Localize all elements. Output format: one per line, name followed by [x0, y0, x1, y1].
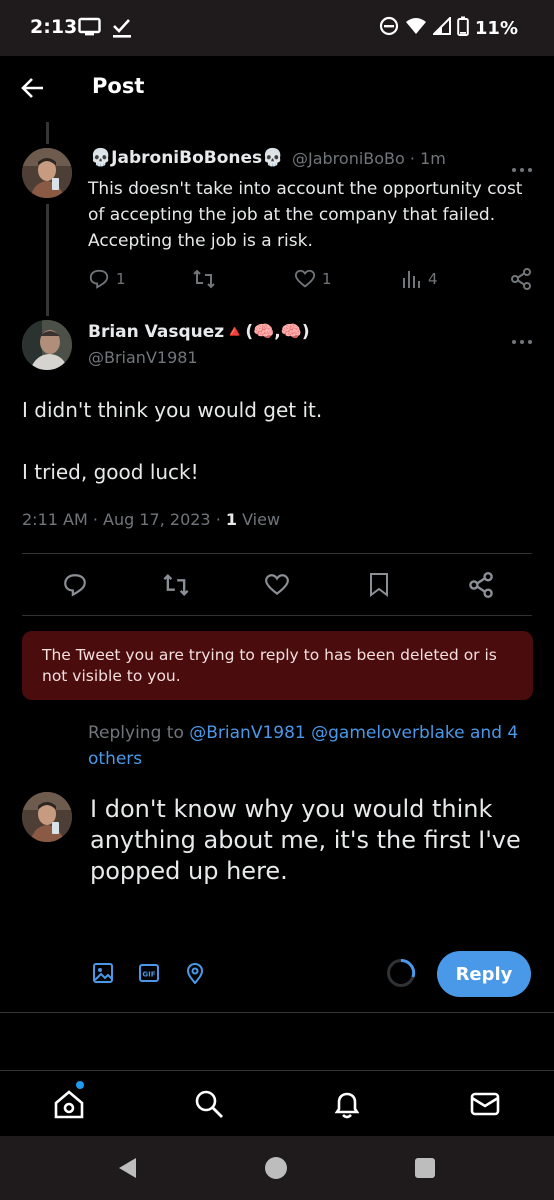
reply-icon: [89, 269, 109, 289]
author-name[interactable]: Brian Vasquez🔺(🧠,🧠): [88, 322, 310, 342]
battery-icon: [457, 16, 469, 41]
check-icon: [112, 17, 132, 43]
battery-percent: 11%: [474, 18, 518, 39]
replying-prefix: Replying to: [88, 723, 190, 743]
tweet-text-line: I didn't think you would get it.: [22, 398, 323, 422]
tweet-actions: [22, 568, 532, 602]
like-action[interactable]: 1: [294, 268, 332, 290]
back-arrow-icon[interactable]: [20, 76, 48, 100]
divider: [22, 553, 532, 554]
repost-icon: [193, 269, 215, 289]
thread-line-top: [46, 122, 49, 144]
heart-icon: [294, 269, 316, 288]
thread-line: [46, 204, 49, 316]
tweet-text: This doesn't take into account the oppor…: [88, 179, 523, 251]
svg-text:GIF: GIF: [142, 971, 155, 979]
divider: [0, 1012, 554, 1013]
new-content-dot: [76, 1081, 84, 1089]
home-circle-icon[interactable]: [264, 1156, 288, 1184]
wifi-icon: [405, 17, 427, 40]
reply-icon[interactable]: [62, 572, 88, 602]
status-bar: 2:13 11%: [0, 0, 554, 56]
avatar[interactable]: [22, 320, 72, 370]
author-handle: @BrianV1981: [88, 348, 198, 367]
share-icon[interactable]: [468, 572, 494, 602]
bottom-navigation: [0, 1070, 554, 1136]
reply-button[interactable]: Reply: [437, 951, 531, 997]
home-icon[interactable]: [52, 1087, 86, 1121]
dnd-icon: [379, 16, 399, 41]
share-action[interactable]: [510, 268, 532, 290]
share-icon: [511, 268, 531, 290]
reply-action[interactable]: 1: [88, 268, 126, 290]
tweet-actions: 1 1 4: [88, 268, 534, 292]
avatar[interactable]: [22, 148, 72, 198]
back-triangle-icon[interactable]: [116, 1156, 140, 1184]
reply-count: 1: [116, 270, 126, 288]
notifications-icon[interactable]: [330, 1087, 364, 1121]
bookmark-icon[interactable]: [368, 572, 390, 602]
heart-icon[interactable]: [264, 572, 290, 602]
location-icon[interactable]: [184, 962, 206, 988]
top-bar: Post: [0, 56, 554, 120]
view-label: View: [237, 510, 281, 529]
character-count-ring: [386, 958, 416, 988]
author-handle: @JabroniBoBo · 1m: [292, 149, 446, 168]
view-count: 1: [225, 510, 237, 529]
repost-icon[interactable]: [162, 572, 190, 602]
avatar: [22, 792, 72, 842]
divider: [22, 615, 532, 616]
recents-square-icon[interactable]: [414, 1157, 436, 1183]
views-action[interactable]: 4: [400, 268, 438, 290]
messages-icon[interactable]: [468, 1087, 502, 1121]
search-icon[interactable]: [192, 1087, 226, 1121]
view-count: 4: [428, 270, 438, 288]
like-count: 1: [322, 270, 332, 288]
timestamp: 2:11 AM · Aug 17, 2023 ·: [22, 510, 226, 529]
repost-action[interactable]: [192, 268, 216, 290]
image-icon[interactable]: [92, 962, 114, 988]
reply-compose-input[interactable]: I don't know why you would think anythin…: [90, 794, 530, 887]
system-navigation-bar: [0, 1136, 554, 1200]
cast-icon: [78, 17, 102, 43]
status-time: 2:13: [30, 16, 78, 38]
author-name[interactable]: 💀JabroniBoBones💀: [90, 148, 283, 168]
tweet-text-line: I tried, good luck!: [22, 460, 199, 484]
analytics-icon: [403, 271, 420, 288]
more-options-icon[interactable]: [511, 158, 533, 172]
compose-toolbar: GIF: [92, 962, 206, 988]
page-title: Post: [92, 74, 145, 98]
signal-icon: [431, 15, 451, 40]
tweet-meta: 2:11 AM · Aug 17, 2023 · 1 View: [22, 510, 280, 529]
deleted-tweet-notice: The Tweet you are trying to reply to has…: [22, 631, 533, 700]
more-options-icon[interactable]: [511, 330, 533, 344]
replying-to: Replying to @BrianV1981 @gameloverblake …: [88, 720, 528, 772]
gif-icon[interactable]: GIF: [138, 962, 160, 988]
